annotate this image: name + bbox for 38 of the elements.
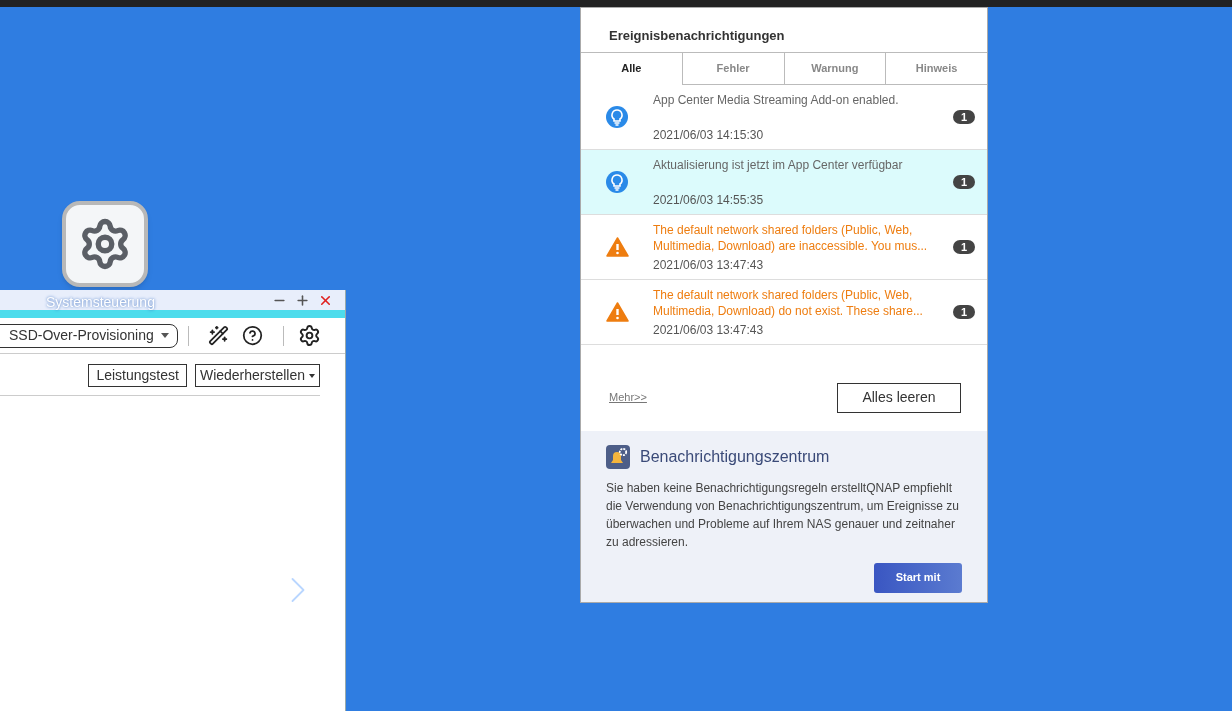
- panel-title: Ereignisbenachrichtigungen: [608, 27, 786, 45]
- desktop-icon-label: Systemsteuerung: [46, 295, 155, 309]
- filter-tab[interactable]: Warnung: [783, 52, 886, 85]
- lightbulb-icon: [606, 170, 628, 193]
- notification-message: The default network shared folders (Public, Web, Multimedia, Download) are inaccessible. You mus...: [653, 221, 929, 254]
- card-description: Sie haben keine Benachrichtigungsregeln erstelltQNAP empfiehlt die Verwendung von Benachrichtigungszentrum, um Ereignisse zu überwachen und Probleme auf Ihrem NAS genauer und zeitnaher zu adressieren.: [606, 479, 960, 551]
- notification-row[interactable]: Aktualisierung ist jetzt im App Center verfügbar 2021/06/03 14:55:35 1: [581, 149, 987, 215]
- restore-button[interactable]: Wiederherstellen: [194, 364, 320, 387]
- warning-icon: [605, 301, 629, 322]
- start-button[interactable]: Start mit: [874, 562, 962, 593]
- benchmark-button[interactable]: Leistungstest: [88, 364, 187, 387]
- filter-tab[interactable]: Hinweis: [885, 52, 987, 85]
- feature-dropdown[interactable]: SSD-Over-Provisioning: [0, 323, 178, 348]
- card-title: Benachrichtigungszentrum: [640, 446, 830, 467]
- notification-message: App Center Media Streaming Add-on enabled.: [653, 91, 900, 108]
- caret-icon: [309, 373, 315, 378]
- more-link[interactable]: Mehr>>: [609, 389, 647, 406]
- count-badge: 1: [952, 239, 975, 254]
- lightbulb-icon: [606, 105, 628, 128]
- count-badge: 1: [952, 109, 975, 124]
- caret-icon: [161, 333, 169, 338]
- maximize-icon[interactable]: [295, 292, 310, 308]
- settings-icon[interactable]: [298, 324, 321, 347]
- help-icon[interactable]: [242, 325, 263, 346]
- clear-all-button[interactable]: Alles leeren: [837, 382, 961, 413]
- notification-time: 2021/06/03 14:15:30: [653, 126, 765, 144]
- count-badge: 1: [952, 174, 975, 189]
- filter-tab[interactable]: Fehler: [681, 52, 784, 85]
- notification-message: The default network shared folders (Public, Web, Multimedia, Download) do not exist. These share...: [653, 286, 924, 319]
- notification-message: Aktualisierung ist jetzt im App Center verfügbar: [653, 156, 904, 173]
- control-panel-icon[interactable]: [62, 201, 148, 287]
- notification-time: 2021/06/03 13:47:43: [653, 321, 765, 339]
- bell-gear-icon: [606, 444, 630, 469]
- notification-time: 2021/06/03 13:47:43: [653, 256, 765, 274]
- notification-time: 2021/06/03 14:55:35: [653, 191, 765, 209]
- warning-icon: [605, 236, 629, 257]
- count-badge: 1: [952, 304, 975, 319]
- magic-wand-icon[interactable]: [208, 325, 229, 346]
